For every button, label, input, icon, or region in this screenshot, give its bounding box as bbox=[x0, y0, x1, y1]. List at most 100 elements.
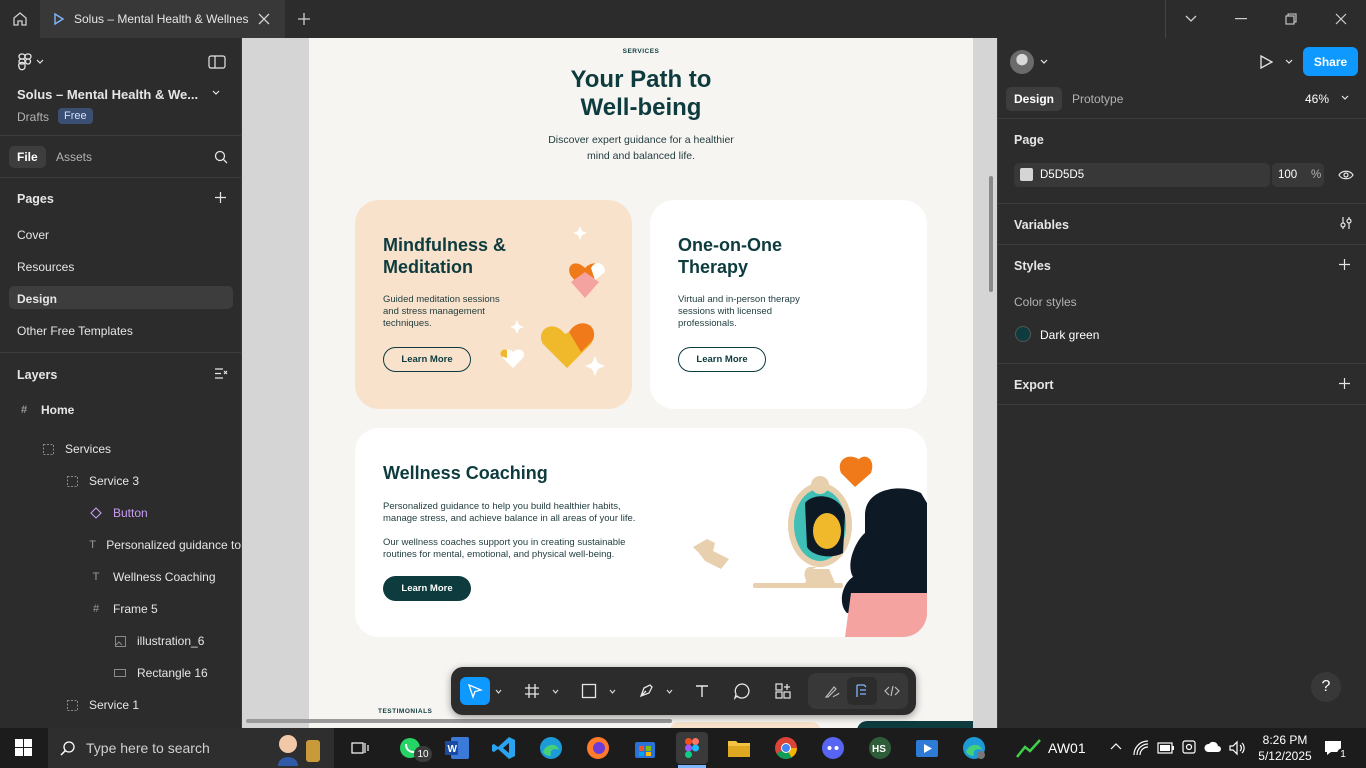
text-tool-icon[interactable] bbox=[687, 677, 717, 705]
page-item-resources[interactable]: Resources bbox=[17, 260, 74, 274]
help-button[interactable]: ? bbox=[1311, 672, 1341, 702]
learn-more-button[interactable]: Learn More bbox=[678, 347, 766, 372]
actions-icon[interactable] bbox=[768, 677, 798, 705]
tab-assets[interactable]: Assets bbox=[56, 150, 92, 164]
minimize-icon[interactable] bbox=[1216, 0, 1266, 38]
chevron-down-icon[interactable] bbox=[1285, 59, 1293, 65]
dev-mode-icon[interactable] bbox=[877, 677, 907, 705]
figma-app-icon[interactable] bbox=[676, 732, 708, 764]
discord-icon[interactable] bbox=[817, 732, 849, 764]
drafts-label[interactable]: Drafts bbox=[17, 110, 49, 124]
add-page-icon[interactable] bbox=[214, 191, 227, 204]
present-icon[interactable] bbox=[1258, 54, 1274, 70]
section-heading: Your Path to Well-being bbox=[570, 66, 712, 121]
layer-illustration-6[interactable]: illustration_6 bbox=[113, 634, 204, 648]
avatar[interactable] bbox=[1010, 50, 1034, 74]
file-tab[interactable]: Solus – Mental Health & Wellness bbox=[40, 0, 285, 38]
page-color-swatch[interactable] bbox=[1020, 168, 1033, 181]
chevron-down-icon[interactable] bbox=[1166, 0, 1216, 38]
layer-home[interactable]: # Home bbox=[17, 403, 74, 417]
move-tool-icon[interactable] bbox=[460, 677, 490, 705]
plus-icon[interactable] bbox=[295, 10, 313, 28]
zoom-level[interactable]: 46% bbox=[1305, 92, 1329, 106]
variables-settings-icon[interactable] bbox=[1339, 216, 1353, 230]
comment-tool-icon[interactable] bbox=[727, 677, 757, 705]
file-name[interactable]: Solus – Mental Health & We... bbox=[17, 87, 198, 102]
onedrive-icon[interactable] bbox=[1204, 741, 1222, 753]
shape-tool-icon[interactable] bbox=[574, 677, 604, 705]
page-color-hex[interactable]: D5D5D5 bbox=[1040, 169, 1084, 181]
chevron-down-icon[interactable] bbox=[548, 677, 562, 705]
share-button[interactable]: Share bbox=[1303, 47, 1358, 76]
edge-icon[interactable] bbox=[535, 732, 567, 764]
firefox-icon[interactable] bbox=[582, 732, 614, 764]
chevron-down-icon[interactable] bbox=[1040, 59, 1048, 65]
tab-design[interactable]: Design bbox=[1006, 87, 1063, 111]
tab-file[interactable]: File bbox=[9, 146, 46, 168]
home-frame[interactable]: SERVICES Your Path to Well-being Discove… bbox=[309, 38, 973, 728]
battery-icon[interactable] bbox=[1157, 741, 1175, 755]
color-style-name[interactable]: Dark green bbox=[1040, 328, 1099, 342]
chevron-down-icon[interactable] bbox=[1341, 95, 1349, 101]
horizontal-scrollbar[interactable] bbox=[246, 719, 672, 723]
design-canvas[interactable]: SERVICES Your Path to Well-being Discove… bbox=[242, 38, 997, 728]
layer-services[interactable]: Services bbox=[41, 442, 111, 456]
service-card-wellness-coaching[interactable]: Wellness Coaching Personalized guidance … bbox=[355, 428, 927, 637]
page-item-other-templates[interactable]: Other Free Templates bbox=[17, 324, 133, 338]
service-card-mindfulness[interactable]: Mindfulness & Meditation Guided meditati… bbox=[355, 200, 632, 409]
home-icon[interactable] bbox=[0, 0, 40, 38]
system-clock[interactable]: 8:26 PM 5/12/2025 bbox=[1256, 732, 1314, 764]
close-window-icon[interactable] bbox=[1316, 0, 1366, 38]
stocks-label[interactable]: AW01 bbox=[1048, 740, 1086, 756]
media-player-icon[interactable] bbox=[911, 732, 943, 764]
add-export-icon[interactable] bbox=[1338, 377, 1351, 390]
main-menu-button[interactable] bbox=[18, 53, 44, 71]
page-item-cover[interactable]: Cover bbox=[17, 228, 49, 242]
layer-service-3[interactable]: Service 3 bbox=[65, 474, 139, 488]
chevron-down-icon[interactable] bbox=[605, 677, 619, 705]
layer-rectangle-16[interactable]: Rectangle 16 bbox=[113, 666, 208, 680]
add-style-icon[interactable] bbox=[1338, 258, 1351, 271]
chevron-down-icon[interactable] bbox=[491, 677, 505, 705]
page-item-design[interactable]: Design bbox=[17, 292, 57, 306]
pen-tool-icon[interactable] bbox=[631, 677, 661, 705]
eye-icon[interactable] bbox=[1338, 168, 1354, 182]
task-view-icon[interactable] bbox=[344, 732, 376, 764]
toggle-sidebar-icon[interactable] bbox=[208, 55, 226, 69]
layer-personalized-text[interactable]: T Personalized guidance to bbox=[89, 538, 241, 552]
layer-button[interactable]: Button bbox=[89, 506, 148, 520]
learn-more-button[interactable]: Learn More bbox=[383, 347, 471, 372]
network-icon[interactable] bbox=[1133, 740, 1149, 756]
chevron-down-icon[interactable] bbox=[212, 90, 220, 96]
stocks-icon[interactable] bbox=[1016, 738, 1042, 758]
frame-tool-icon[interactable] bbox=[517, 677, 547, 705]
vertical-scrollbar[interactable] bbox=[989, 176, 993, 292]
vscode-icon[interactable] bbox=[488, 732, 520, 764]
tab-prototype[interactable]: Prototype bbox=[1072, 92, 1123, 106]
page-opacity-value[interactable]: 100 bbox=[1278, 169, 1297, 181]
hs-app-icon[interactable]: HS bbox=[864, 732, 896, 764]
testimonial-card-peek-dark bbox=[857, 721, 973, 728]
maximize-icon[interactable] bbox=[1266, 0, 1316, 38]
layer-service-1[interactable]: Service 1 bbox=[65, 698, 139, 712]
search-icon[interactable] bbox=[214, 150, 228, 164]
edge-profile-icon[interactable] bbox=[958, 732, 990, 764]
word-icon[interactable]: W bbox=[441, 732, 473, 764]
learn-more-button[interactable]: Learn More bbox=[383, 576, 471, 601]
collapse-layers-icon[interactable] bbox=[214, 367, 228, 380]
chevron-up-icon[interactable] bbox=[1110, 742, 1122, 750]
windows-start-icon[interactable] bbox=[8, 732, 40, 764]
design-mode-icon[interactable] bbox=[847, 677, 877, 705]
color-style-swatch[interactable] bbox=[1015, 326, 1031, 342]
layer-wellness-coaching[interactable]: T Wellness Coaching bbox=[89, 570, 216, 584]
layer-frame-5[interactable]: # Frame 5 bbox=[89, 602, 158, 616]
volume-icon[interactable] bbox=[1229, 740, 1247, 756]
webcam-icon[interactable] bbox=[1182, 740, 1196, 756]
chevron-down-icon[interactable] bbox=[662, 677, 676, 705]
service-card-therapy[interactable]: One-on-One Therapy Virtual and in-person… bbox=[650, 200, 927, 409]
chrome-icon[interactable] bbox=[770, 732, 802, 764]
file-explorer-icon[interactable] bbox=[723, 732, 755, 764]
draw-mode-icon[interactable] bbox=[817, 677, 847, 705]
close-icon[interactable] bbox=[256, 11, 272, 27]
store-icon[interactable] bbox=[629, 732, 661, 764]
